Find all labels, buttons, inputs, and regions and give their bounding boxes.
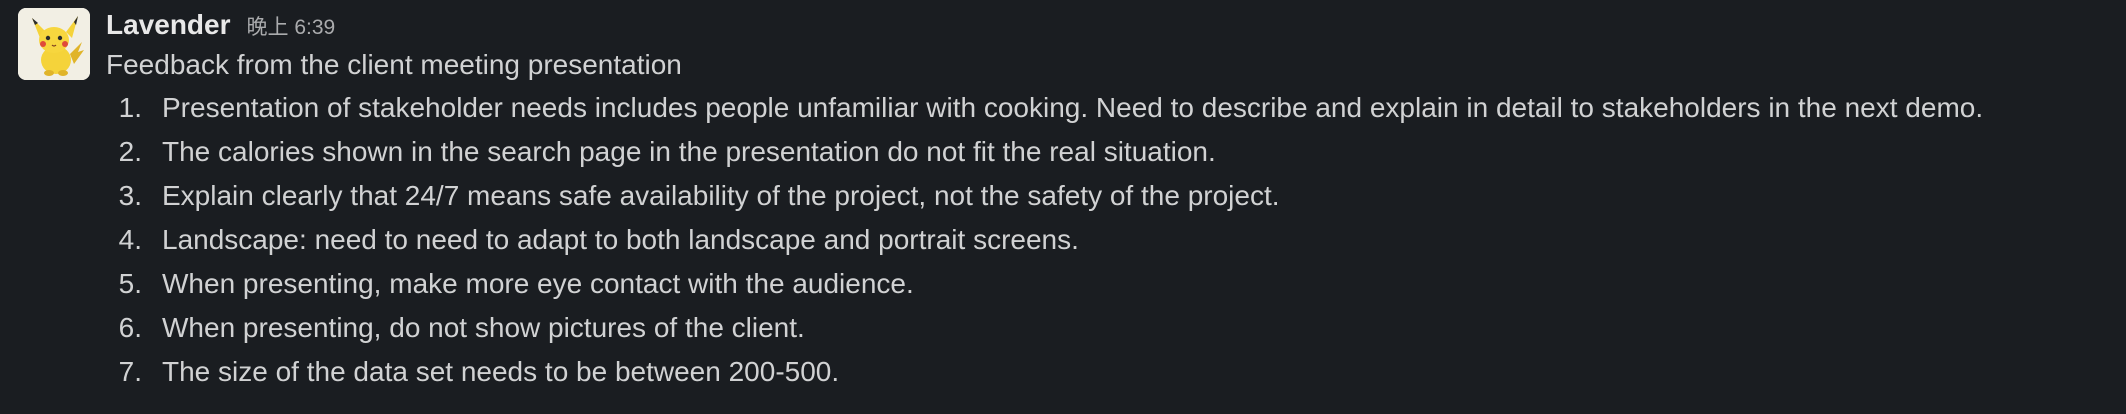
feedback-list: 1. Presentation of stakeholder needs incl… [106,86,2106,394]
message-timestamp[interactable]: 晚上 6:39 [247,7,336,49]
message-content: Lavender 晚上 6:39 Feedback from the clien… [106,0,2106,394]
sender-name[interactable]: Lavender [106,4,231,46]
list-item-number: 5. [118,268,142,299]
list-item-number: 6. [118,312,142,343]
list-item-text: The calories shown in the search page in… [162,136,1216,167]
list-item-number: 2. [118,136,142,167]
avatar[interactable] [18,8,90,80]
list-item-text: Landscape: need to need to adapt to both… [162,224,1079,255]
list-item: 4. Landscape: need to need to adapt to bo… [106,218,2106,262]
list-item-text: Presentation of stakeholder needs includ… [162,92,1984,123]
list-item: 5. When presenting, make more eye contact… [106,262,2106,306]
list-item: 1. Presentation of stakeholder needs incl… [106,86,2106,130]
list-item-text: The size of the data set needs to be bet… [162,356,840,387]
message-header: Lavender 晚上 6:39 [106,0,2106,46]
chat-message: Lavender 晚上 6:39 Feedback from the clien… [0,0,2126,414]
message-intro-text: Feedback from the client meeting present… [106,49,682,80]
list-item: 3. Explain clearly that 24/7 means safe a… [106,174,2106,218]
list-item: 7. The size of the data set needs to be b… [106,350,2106,394]
list-item-text: Explain clearly that 24/7 means safe ava… [162,180,1280,211]
pikachu-avatar-icon [18,8,90,80]
list-item-number: 3. [118,180,142,211]
list-item-text: When presenting, do not show pictures of… [162,312,805,343]
list-item-text: When presenting, make more eye contact w… [162,268,914,299]
list-item-number: 7. [118,356,142,387]
list-item-number: 4. [118,224,142,255]
list-item-number: 1. [118,92,142,123]
list-item: 2. The calories shown in the search page … [106,130,2106,174]
list-item: 6. When presenting, do not show pictures … [106,306,2106,350]
